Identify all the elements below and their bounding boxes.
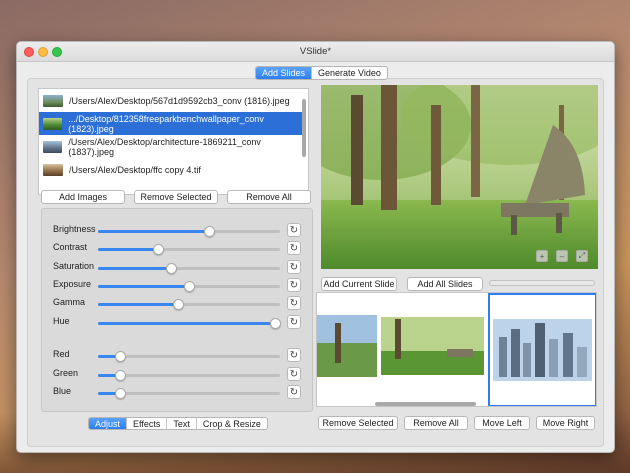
slider-track[interactable]	[98, 299, 280, 310]
image-file-list[interactable]: /Users/Alex/Desktop/567d1d9592cb3_conv (…	[38, 88, 309, 195]
file-path: /Users/Alex/Desktop/ffc copy 4.tif	[69, 164, 201, 175]
slider-fill	[98, 248, 159, 251]
add-current-slide-button[interactable]: Add Current Slide	[321, 277, 397, 291]
tab-effects[interactable]: Effects	[126, 418, 166, 429]
remove-selected-slide-button[interactable]: Remove Selected	[318, 416, 398, 430]
bottom-tab-bar: Adjust Effects Text Crop & Resize	[88, 417, 268, 430]
reset-icon[interactable]: ↻	[287, 278, 301, 292]
slider-track[interactable]	[98, 244, 280, 255]
slide-thumbnail[interactable]	[381, 317, 484, 375]
tab-text[interactable]: Text	[166, 418, 196, 429]
remove-all-images-button[interactable]: Remove All	[227, 190, 311, 204]
slider-knob[interactable]	[114, 370, 126, 381]
reset-icon[interactable]: ↻	[287, 223, 301, 237]
filmstrip-slides	[317, 293, 596, 406]
slider-knob[interactable]	[173, 299, 185, 310]
progress-bar	[489, 280, 595, 286]
file-path: /Users/Alex/Desktop/567d1d9592cb3_conv (…	[69, 95, 290, 106]
list-item-selected[interactable]: .../Desktop/812358freeparkbenchwallpaper…	[39, 112, 302, 135]
adjust-panel	[41, 208, 313, 412]
slider-track[interactable]	[98, 370, 280, 381]
slider-knob[interactable]	[114, 388, 126, 399]
tab-add-slides[interactable]: Add Slides	[256, 67, 312, 79]
add-all-slides-button[interactable]: Add All Slides	[407, 277, 483, 291]
file-path: .../Desktop/812358freeparkbenchwallpaper…	[68, 113, 264, 134]
slider-track[interactable]	[98, 388, 280, 399]
reset-icon[interactable]: ↻	[287, 241, 301, 255]
reset-icon[interactable]: ↻	[287, 348, 301, 362]
slider-knob[interactable]	[114, 351, 126, 362]
list-item[interactable]: /Users/Alex/Desktop/567d1d9592cb3_conv (…	[39, 89, 302, 112]
slider-label: Gamma	[53, 297, 86, 307]
thumbnail-image	[43, 163, 63, 176]
thumbnail-image	[43, 117, 63, 130]
slider-label: Brightness	[53, 224, 96, 234]
list-item[interactable]: /Users/Alex/Desktop/ffc copy 4.tif	[39, 158, 302, 181]
slider-label: Hue	[53, 316, 70, 326]
slider-track[interactable]	[98, 351, 280, 362]
list-item[interactable]: /Users/Alex/Desktop/architecture-1869211…	[39, 135, 302, 158]
title-bar: VSlide*	[17, 42, 614, 62]
tab-crop-resize[interactable]: Crop & Resize	[195, 418, 267, 429]
slide-thumbnail-selected[interactable]	[488, 293, 596, 406]
tab-generate-video[interactable]: Generate Video	[311, 67, 387, 79]
park-bench-photo	[321, 85, 598, 269]
slider-fill	[98, 303, 179, 306]
zoom-in-icon[interactable]: +	[536, 250, 548, 262]
slider-label: Blue	[53, 386, 72, 396]
thumbnail-image	[43, 140, 63, 153]
zoom-out-icon[interactable]: –	[556, 250, 568, 262]
thumbnail-image	[43, 94, 63, 107]
slider-fill	[98, 267, 171, 270]
slider-label: Green	[53, 368, 79, 378]
slider-fill	[98, 230, 210, 233]
slide-preview-image	[321, 85, 598, 269]
filmstrip-scrollbar[interactable]	[375, 402, 476, 406]
slider-knob[interactable]	[153, 244, 165, 255]
slider-track[interactable]	[98, 318, 281, 329]
slider-knob[interactable]	[165, 263, 177, 274]
slider-label: Contrast	[53, 242, 88, 252]
slider-track[interactable]	[98, 226, 280, 237]
fit-icon[interactable]: ⤢	[576, 250, 588, 262]
remove-selected-images-button[interactable]: Remove Selected	[134, 190, 218, 204]
reset-icon[interactable]: ↻	[287, 367, 301, 381]
window-title: VSlide*	[299, 46, 332, 57]
slider-label: Exposure	[53, 279, 92, 289]
slider-track[interactable]	[98, 263, 280, 274]
slider-label: Red	[53, 349, 70, 359]
tab-adjust[interactable]: Adjust	[89, 418, 127, 429]
reset-icon[interactable]: ↻	[287, 385, 301, 399]
slider-knob[interactable]	[204, 226, 216, 237]
slider-fill	[98, 285, 189, 288]
top-tab-bar: Add Slides Generate Video	[255, 66, 388, 80]
move-right-button[interactable]: Move Right	[536, 416, 595, 430]
remove-all-slides-button[interactable]: Remove All	[404, 416, 468, 430]
slide-filmstrip[interactable]	[316, 292, 597, 407]
file-path: /Users/Alex/Desktop/architecture-1869211…	[68, 136, 261, 157]
slider-knob[interactable]	[184, 281, 195, 292]
reset-icon[interactable]: ↻	[287, 260, 301, 274]
list-scrollbar[interactable]	[302, 99, 306, 157]
add-images-button[interactable]: Add Images	[41, 190, 125, 204]
move-left-button[interactable]: Move Left	[474, 416, 530, 430]
slider-knob[interactable]	[269, 318, 281, 329]
slider-fill	[98, 322, 275, 325]
slider-label: Saturation	[53, 261, 95, 271]
reset-icon[interactable]: ↻	[287, 296, 301, 310]
slide-thumbnail[interactable]	[317, 315, 377, 377]
slider-track[interactable]	[98, 281, 280, 292]
reset-icon[interactable]: ↻	[287, 315, 301, 329]
